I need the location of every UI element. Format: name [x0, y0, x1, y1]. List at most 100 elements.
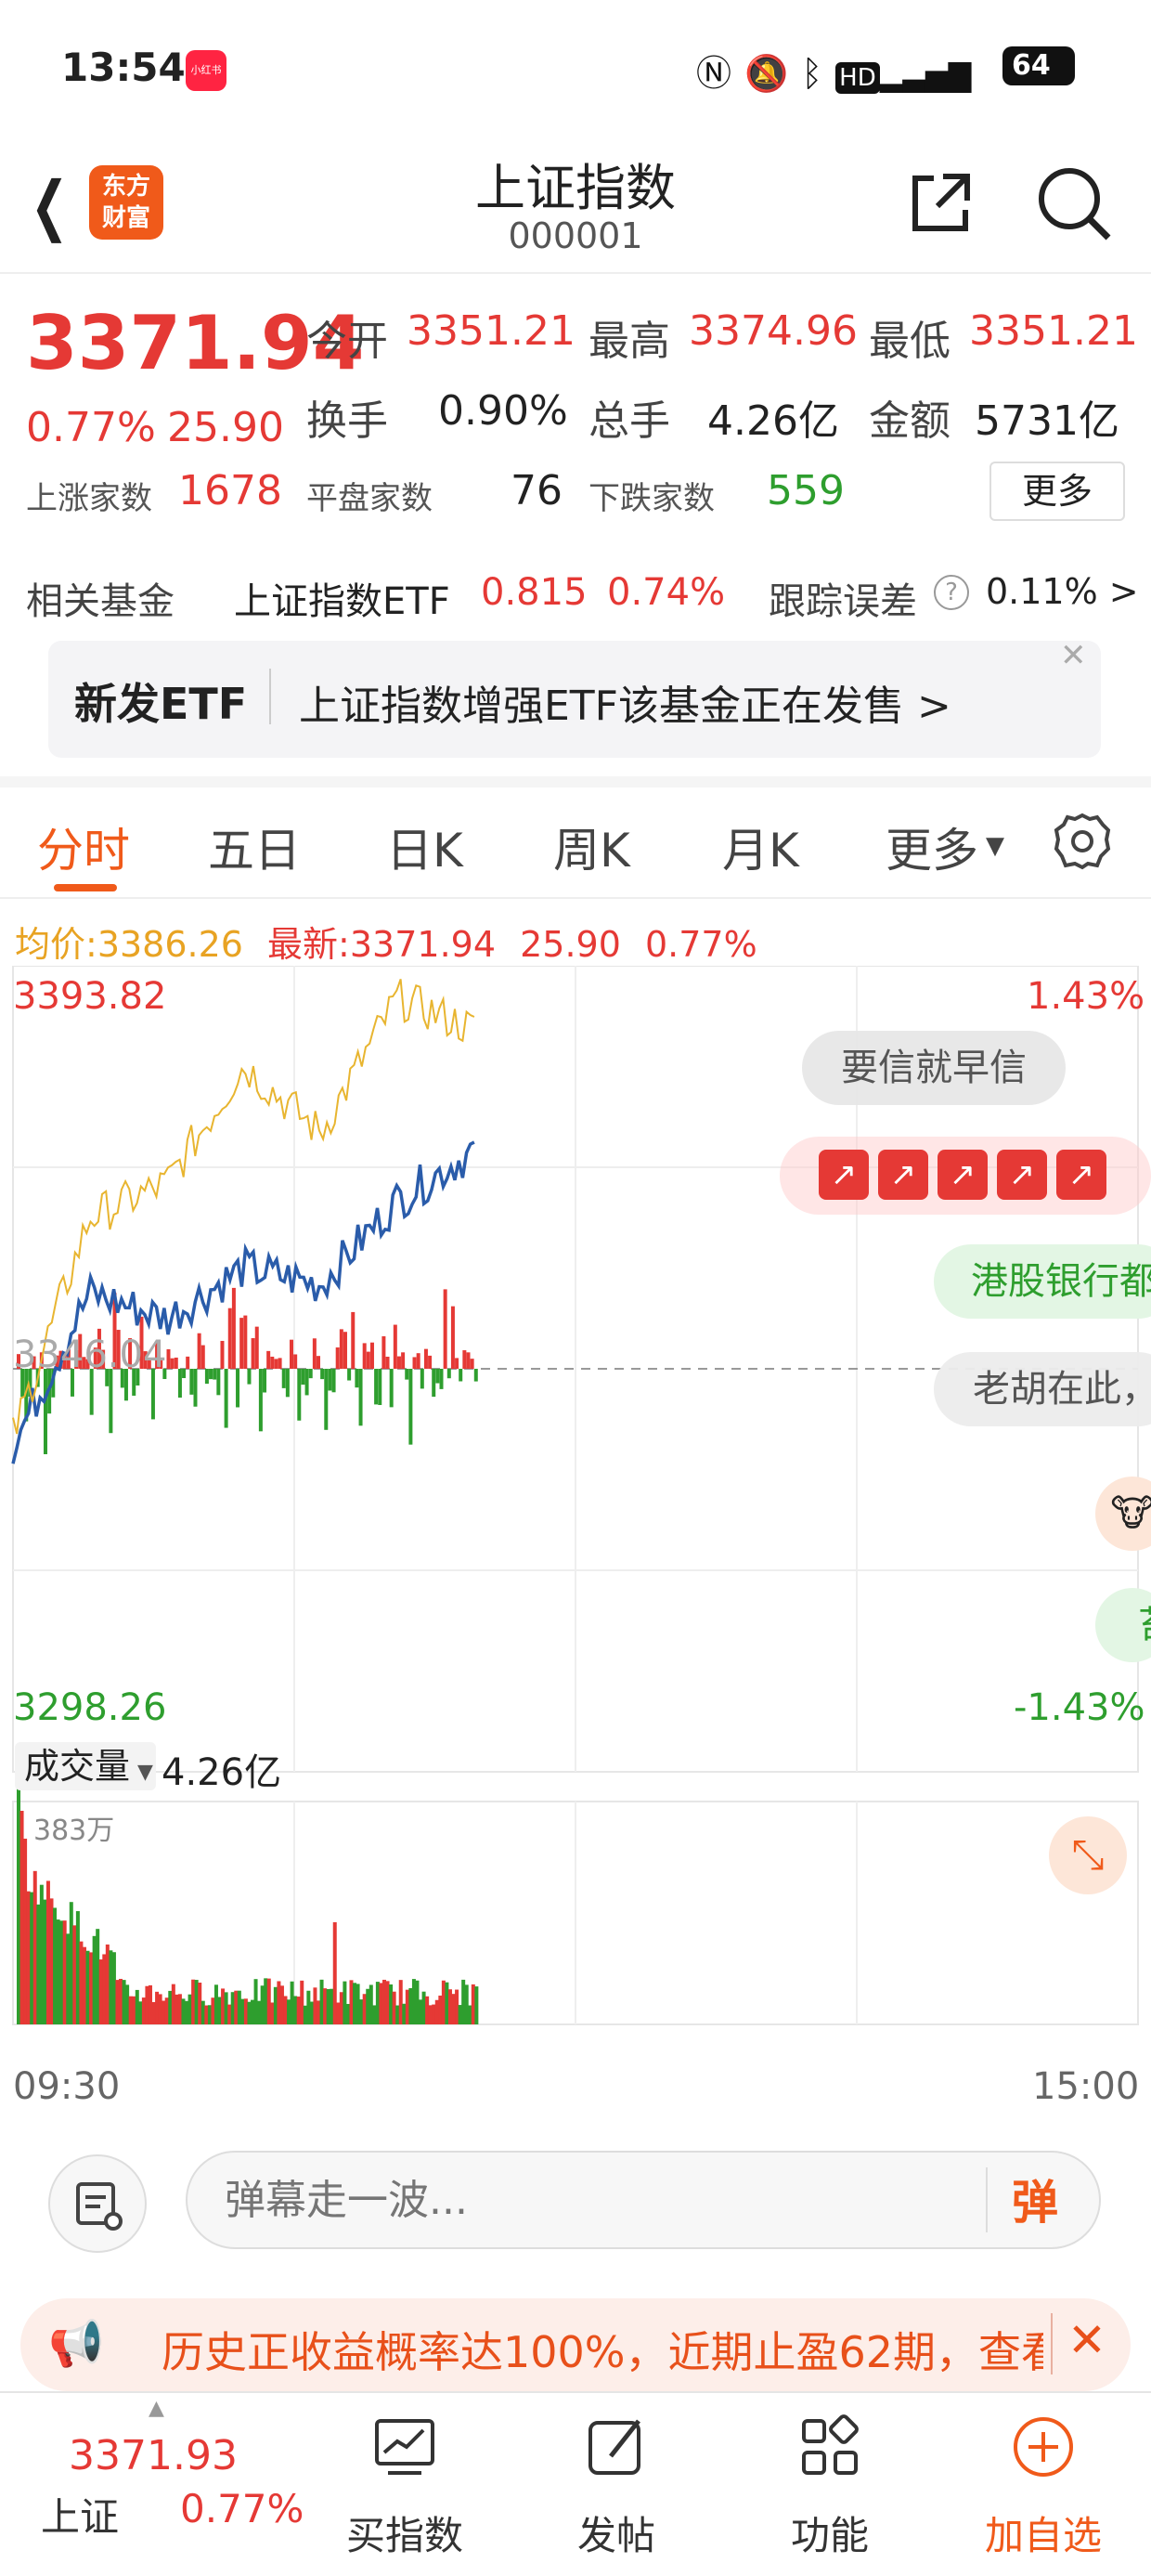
volume-bar: [98, 1959, 103, 2024]
volume-bar: [237, 1990, 241, 2024]
page-title: 上证指数: [475, 159, 676, 217]
volume-indicator-label: 成交量: [24, 1746, 131, 1787]
volume-max: 383万: [33, 1815, 115, 1847]
volume-indicator-select[interactable]: 成交量 ▼: [15, 1742, 156, 1790]
volume-bar: [356, 1984, 360, 2024]
breadth-up-bar: [369, 1342, 374, 1369]
send-danmaku-button[interactable]: 弹: [1012, 2166, 1058, 2232]
close-icon[interactable]: ✕: [1060, 637, 1087, 674]
help-icon[interactable]: ?: [934, 575, 969, 610]
amount-label: 金额: [869, 397, 951, 445]
fund-price: 0.815: [481, 571, 588, 614]
breadth-down-bar: [347, 1369, 352, 1381]
danmaku-input[interactable]: [225, 2167, 949, 2232]
volume-bar: [264, 1978, 268, 2024]
tab-monthly-k[interactable]: 月K: [722, 813, 799, 880]
tab-intraday[interactable]: 分时: [37, 813, 130, 880]
amount-value: 5731亿: [975, 397, 1119, 445]
input-divider: [986, 2167, 988, 2232]
tab-five-day[interactable]: 五日: [208, 813, 301, 880]
volume-bar: [359, 1999, 364, 2024]
breadth-up-bar: [186, 1356, 190, 1369]
volume-bar: [398, 1980, 403, 2024]
breadth-up-bar: [278, 1358, 282, 1369]
volume-bar: [49, 1898, 54, 2024]
volume-bar: [85, 1950, 90, 2024]
close-icon[interactable]: ✕: [1067, 2313, 1106, 2367]
new-etf-banner[interactable]: 新发ETF 上证指数增强ETF该基金正在发售 > ✕: [48, 637, 1101, 758]
x-start-time: 09:30: [13, 2065, 121, 2108]
breadth-up-bar: [455, 1358, 459, 1369]
breadth-up-bar: [293, 1354, 298, 1369]
volume-bar: [155, 1991, 160, 2024]
volume-bar: [17, 1783, 20, 2024]
volume-bar: [194, 1980, 199, 2024]
tab-more[interactable]: 更多: [886, 813, 978, 880]
volume-label: 总手: [588, 397, 670, 445]
volume-bar: [458, 2005, 462, 2024]
volume-bar: [421, 1991, 426, 2024]
back-icon[interactable]: ❮: [31, 167, 69, 243]
change-amount: 25.90: [167, 404, 284, 451]
caret-up-icon: ▲: [149, 2397, 164, 2420]
danmaku-bubble[interactable]: 港股银行都: [934, 1244, 1151, 1319]
volume-bar: [319, 1979, 324, 2024]
battery-icon: 64: [1002, 46, 1075, 85]
volume-bar: [151, 2001, 156, 2024]
rising-badge[interactable]: ↗ ↗ ↗ ↗ ↗: [780, 1137, 1151, 1215]
volume-bar: [277, 1981, 281, 2024]
low-value: 3351.21: [969, 307, 1138, 355]
volume-bar: [408, 1987, 413, 2024]
index-ticker-name[interactable]: 上证: [41, 2486, 119, 2543]
danmaku-bubble[interactable]: 老胡在此，: [934, 1352, 1151, 1426]
tab-post[interactable]: 发帖: [524, 2393, 709, 2576]
index-ticker-pct[interactable]: 0.77%: [180, 2486, 304, 2531]
tab-functions[interactable]: 功能: [737, 2393, 923, 2576]
volume-bar: [82, 1946, 86, 2024]
gear-icon[interactable]: [1053, 812, 1112, 875]
breadth-up-bar: [393, 1324, 397, 1369]
volume-bar: [75, 1911, 80, 2024]
tab-buy-index[interactable]: 买指数: [312, 2393, 498, 2576]
logo-text-1: 东方: [101, 173, 150, 201]
latest-value: 3371.94: [349, 924, 496, 965]
danmaku-settings-icon[interactable]: [48, 2154, 147, 2253]
related-fund-row[interactable]: 相关基金 上证指数ETF 0.815 0.74% 跟踪误差 ? 0.11% >: [0, 554, 1151, 631]
danmaku-bubble[interactable]: 要信就早信: [802, 1031, 1066, 1105]
low-label: 最低: [869, 318, 951, 365]
breadth-up-bar: [243, 1315, 248, 1369]
breadth-down-bar: [331, 1369, 336, 1393]
share-icon[interactable]: [906, 167, 976, 241]
breadth-up-bar: [401, 1352, 406, 1369]
volume-bar: [405, 1989, 409, 2024]
volume-value: 4.26亿: [707, 397, 839, 445]
more-button[interactable]: 更多: [989, 462, 1125, 521]
breadth-up-bar: [343, 1332, 347, 1369]
tab-daily-k[interactable]: 日K: [386, 813, 463, 880]
volume-bar: [175, 1994, 179, 2024]
tab-weekly-k[interactable]: 周K: [553, 813, 630, 880]
breadth-up-bar: [270, 1356, 275, 1369]
promo-strip[interactable]: 📢 历史正收益概率达100%，近期止盈62期，查看 ✕: [20, 2298, 1131, 2391]
tab-functions-label: 功能: [790, 2513, 869, 2558]
breadth-down-bar: [177, 1369, 182, 1399]
volume-bar: [464, 1984, 469, 2024]
expand-icon[interactable]: ⤡: [1049, 1816, 1127, 1894]
volume-bar: [122, 1980, 126, 2024]
volume-bar: [132, 1996, 136, 2024]
fund-name[interactable]: 上证指数ETF: [234, 571, 450, 625]
tab-add-watchlist[interactable]: 加自选: [951, 2393, 1136, 2576]
volume-bar: [135, 1989, 139, 2024]
turnover-label: 换手: [306, 397, 388, 445]
volume-bar: [389, 1984, 394, 2024]
volume-bar: [438, 1995, 443, 2024]
volume-bar: [266, 1978, 271, 2024]
section-separator: [0, 776, 1151, 787]
breadth-down-bar: [213, 1369, 217, 1380]
breadth-down-bar: [324, 1369, 329, 1430]
index-ticker-price[interactable]: 3371.93: [69, 2432, 238, 2479]
volume-bar: [366, 1988, 370, 2024]
danmaku-bar: 弹: [0, 2117, 1151, 2284]
search-icon[interactable]: [1034, 163, 1114, 247]
breadth-up-bar: [316, 1356, 320, 1369]
